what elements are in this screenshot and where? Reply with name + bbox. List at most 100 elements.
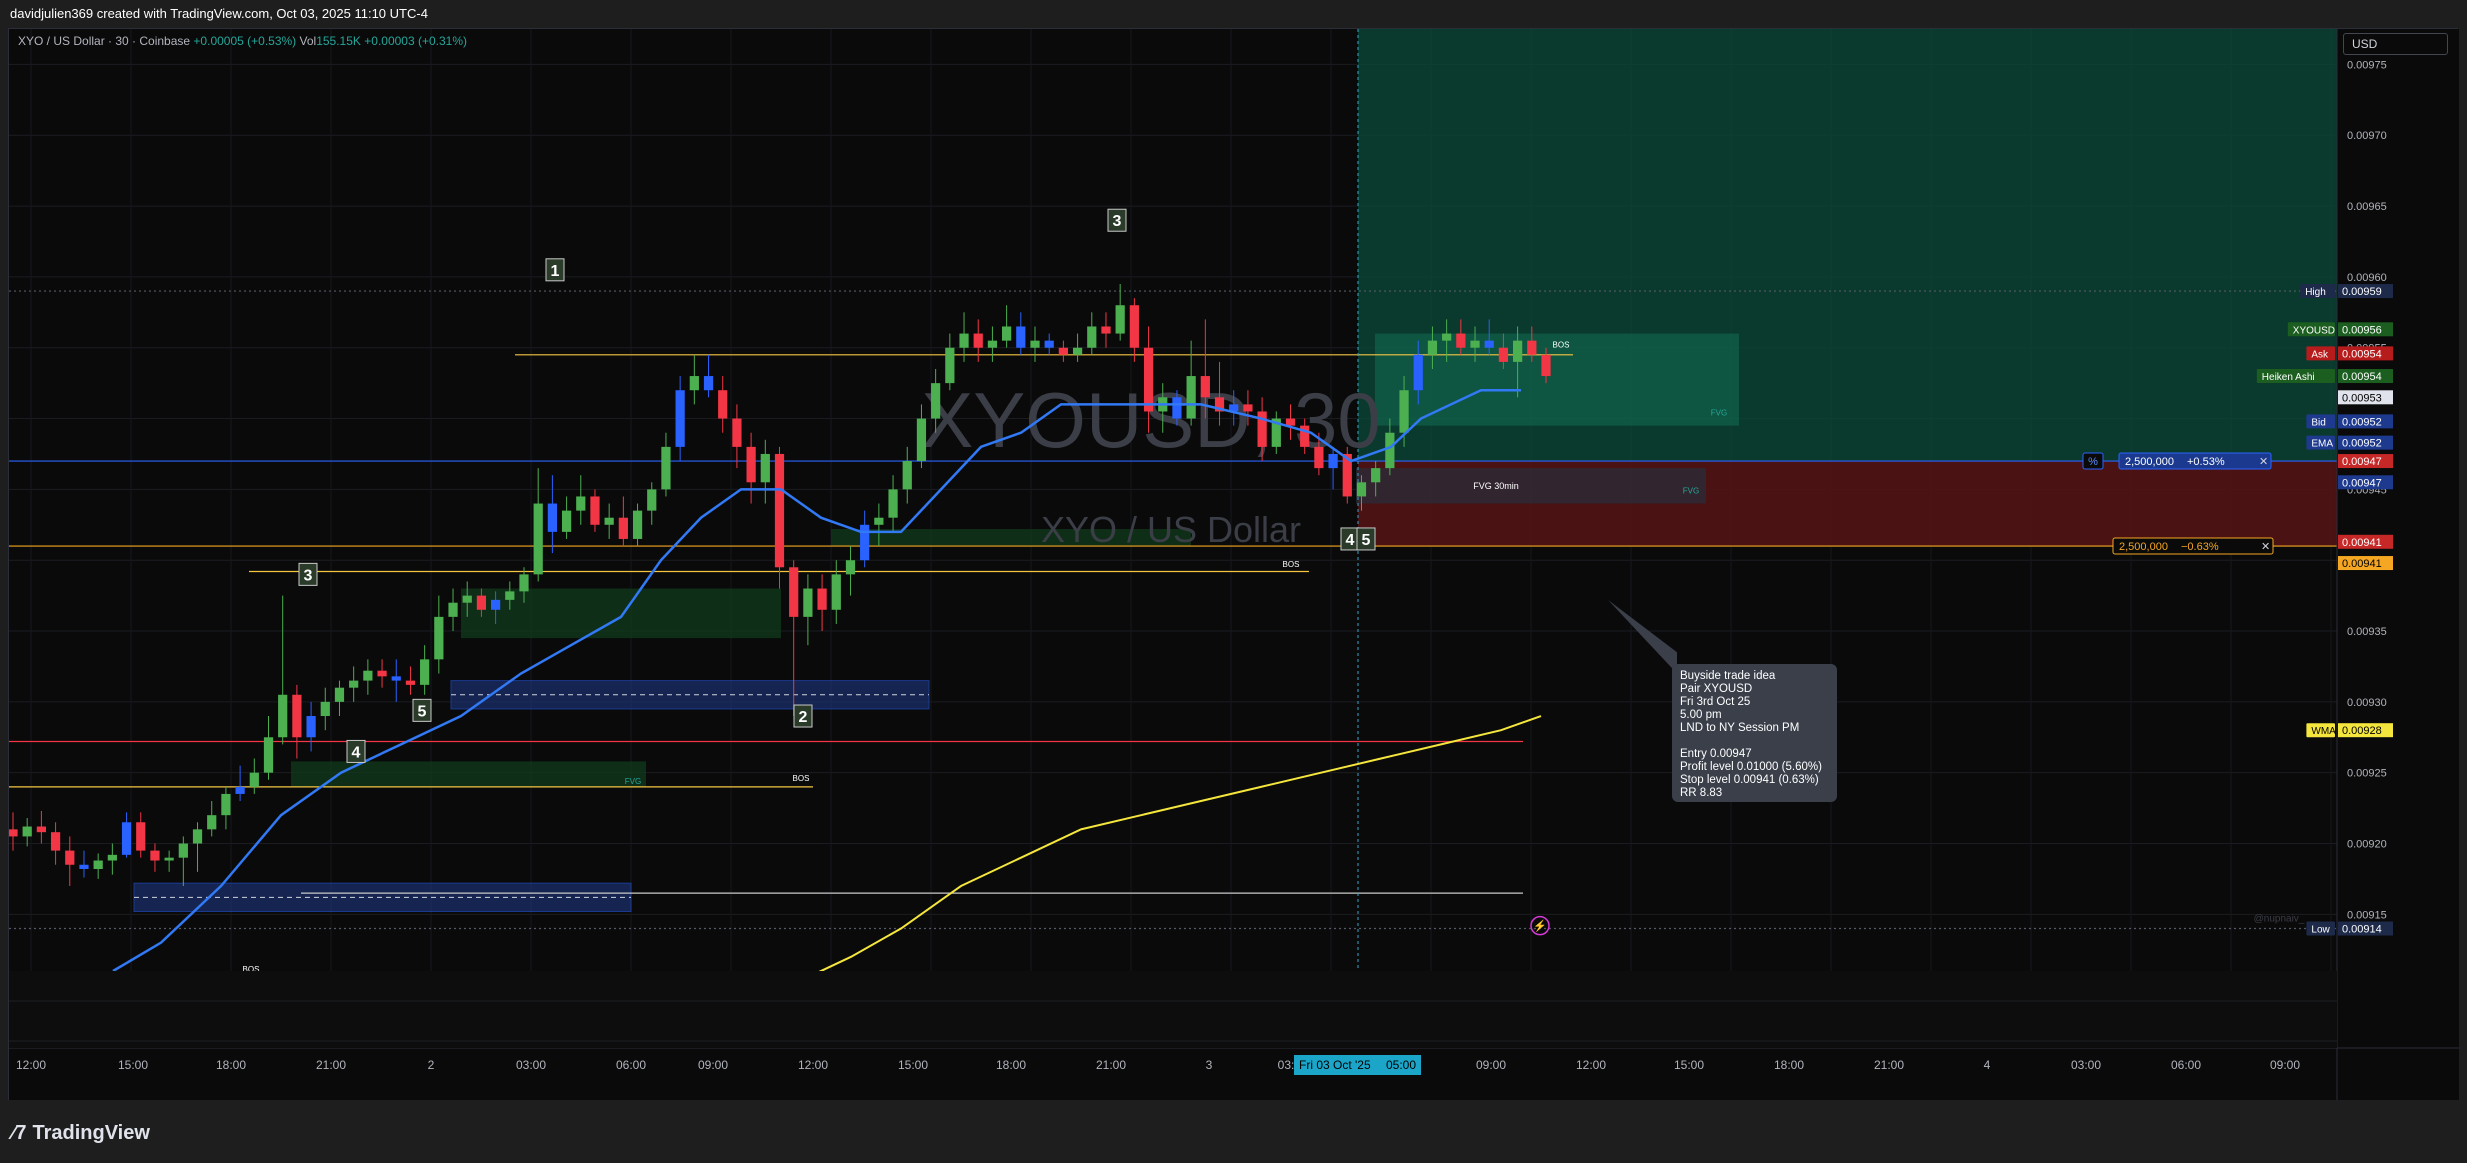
candle-body[interactable] [505,591,515,600]
candle-body[interactable] [263,737,274,773]
legend-symbol[interactable]: XYO / US Dollar · 30 · Coinbase [18,34,190,48]
candle-body[interactable] [1484,340,1494,348]
candle-body[interactable] [1001,326,1012,341]
candle-body[interactable] [1427,340,1438,355]
candle-body[interactable] [164,857,174,861]
candle-body[interactable] [916,418,927,462]
candle-body[interactable] [561,510,572,532]
candle-body[interactable] [1541,354,1551,377]
candle-body[interactable] [377,670,387,677]
candle-body[interactable] [1101,326,1111,334]
candle-body[interactable] [632,510,643,539]
candle-body[interactable] [760,453,770,483]
candle-body[interactable] [888,489,898,518]
candle-body[interactable] [1129,305,1139,348]
candle-body[interactable] [774,453,785,568]
trade-idea-note[interactable]: Buyside trade idea Pair XYOUSD Fri 3rd Oct… [1672,664,1837,802]
candle-body[interactable] [803,588,813,617]
candle-body[interactable] [405,680,416,685]
candle-body[interactable] [931,383,941,419]
candle-body[interactable] [533,503,543,575]
candle-body[interactable] [391,676,401,681]
candle-body[interactable] [618,517,628,539]
candle-body[interactable] [462,595,472,603]
candle-body[interactable] [207,815,217,830]
candle-body[interactable] [93,860,103,870]
candle-body[interactable] [1413,354,1423,391]
candle-body[interactable] [1328,453,1338,469]
candle-body[interactable] [789,567,799,617]
candle-body[interactable] [1072,347,1083,355]
candle-body[interactable] [647,489,657,511]
candle-body[interactable] [420,659,430,685]
candle-body[interactable] [817,588,827,610]
candle-body[interactable] [79,864,89,870]
candle-body[interactable] [590,496,600,525]
candle-body[interactable] [874,517,884,525]
candle-body[interactable] [192,829,203,844]
candle-body[interactable] [1172,397,1182,419]
candle-body[interactable] [1456,333,1466,348]
candle-body[interactable] [136,822,146,851]
candle-body[interactable] [675,390,685,447]
candle-body[interactable] [689,376,699,391]
candle-body[interactable] [1016,326,1026,348]
candle-body[interactable] [121,822,132,855]
candle-body[interactable] [50,832,61,851]
candle-body[interactable] [1399,390,1409,433]
candle-body[interactable] [292,694,302,738]
candle-body[interactable] [278,694,288,738]
candle-body[interactable] [221,793,231,816]
candle-body[interactable] [434,616,444,660]
candle-body[interactable] [1371,468,1381,483]
candle-body[interactable] [973,333,983,348]
candle-body[interactable] [448,602,458,617]
candle-body[interactable] [349,680,359,688]
candle-body[interactable] [1356,482,1367,497]
candle-body[interactable] [746,446,756,483]
candle-body[interactable] [604,517,614,525]
candle-body[interactable] [363,670,373,681]
candle-body[interactable] [150,850,160,861]
candle-body[interactable] [1527,340,1537,355]
candle-body[interactable] [661,446,671,490]
candle-body[interactable] [1087,326,1097,348]
candle-body[interactable] [1030,340,1040,348]
candle-body[interactable] [1285,418,1296,426]
candle-body[interactable] [547,503,558,532]
candle-body[interactable] [987,340,998,348]
candle-body[interactable] [703,376,714,391]
candle-body[interactable] [959,333,969,348]
candle-body[interactable] [1058,347,1069,355]
candle-body[interactable] [845,560,856,575]
candle-body[interactable] [1470,340,1480,348]
tradingview-logo[interactable]: ⁄7 TradingView [12,1122,150,1145]
candle-body[interactable] [65,850,75,865]
candle-body[interactable] [334,687,345,702]
candle-body[interactable] [1512,340,1523,362]
candle-body[interactable] [1115,305,1125,334]
candle-body[interactable] [732,418,742,447]
candle-body[interactable] [945,347,955,384]
candle-body[interactable] [1044,340,1054,348]
candle-body[interactable] [1186,376,1196,419]
candle-body[interactable] [476,595,487,610]
candle-body[interactable] [9,829,18,837]
candle-body[interactable] [1243,404,1253,412]
candle-body[interactable] [306,716,316,738]
candle-body[interactable] [178,843,188,858]
candle-body[interactable] [718,390,728,419]
candle-body[interactable] [1314,446,1324,469]
candle-body[interactable] [36,826,47,833]
candle-body[interactable] [1143,347,1154,412]
candle-body[interactable] [860,524,870,561]
candle-body[interactable] [235,786,245,794]
chart-area[interactable]: XYOUSD, 30 XYO / US Dollar 1 2 3 3 4 5 4 5 BOS BOS B… [8,28,2459,1101]
candle-body[interactable] [249,772,259,787]
candle-body[interactable] [490,599,501,610]
currency-button[interactable]: USD [2343,33,2448,55]
candle-body[interactable] [107,854,117,861]
candle-body[interactable] [902,461,912,490]
candle-body[interactable] [576,496,586,511]
candle-body[interactable] [1498,347,1509,362]
